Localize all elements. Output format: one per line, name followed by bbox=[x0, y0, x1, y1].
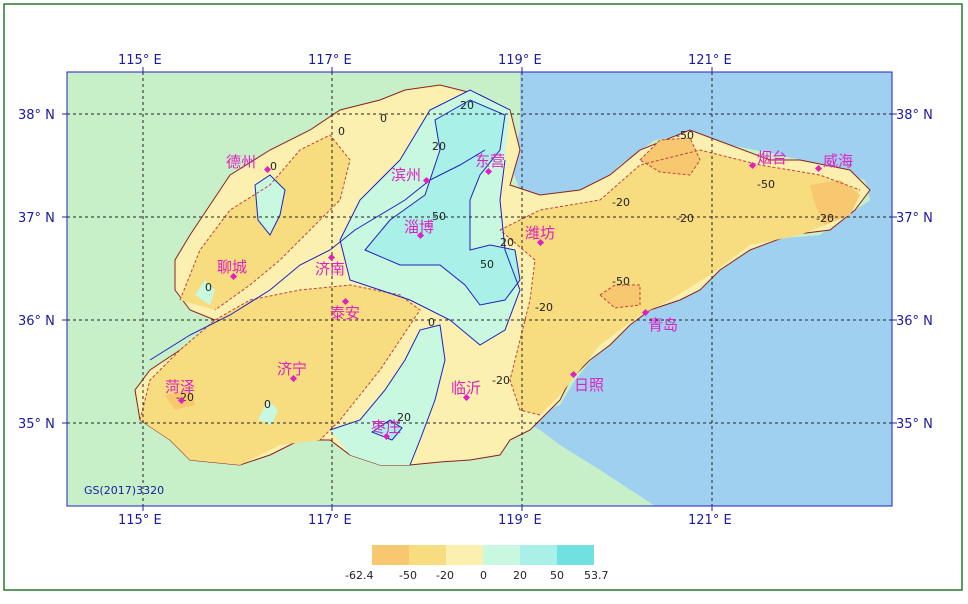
legend-swatch bbox=[557, 545, 594, 565]
legend-label: 53.7 bbox=[584, 569, 609, 582]
city-label: 青岛 bbox=[648, 316, 678, 334]
lat-label: 35° N bbox=[896, 417, 933, 432]
contour-label: -20 bbox=[492, 374, 510, 387]
contour-label: -20 bbox=[612, 196, 630, 209]
contour-label: -50 bbox=[757, 178, 775, 191]
contour-label: -20 bbox=[816, 212, 834, 225]
legend-swatch bbox=[409, 545, 446, 565]
city-label: 东营 bbox=[475, 152, 505, 170]
lat-label: 38° N bbox=[896, 108, 933, 123]
lon-label: 121° E bbox=[688, 513, 732, 528]
legend-swatch bbox=[483, 545, 520, 565]
legend-label: -50 bbox=[399, 569, 417, 582]
city-label: 滨州 bbox=[391, 166, 421, 184]
city-label: 德州 bbox=[226, 153, 256, 171]
lat-label: 36° N bbox=[896, 314, 933, 329]
lon-label: 115° E bbox=[118, 53, 162, 68]
map-credit: GS(2017)3320 bbox=[84, 484, 164, 497]
city-label: 烟台 bbox=[757, 149, 787, 167]
lon-label: 117° E bbox=[308, 53, 352, 68]
legend-swatch bbox=[520, 545, 557, 565]
contour-label: 20 bbox=[500, 236, 514, 249]
lat-label: 38° N bbox=[18, 108, 55, 123]
legend-label: 0 bbox=[480, 569, 487, 582]
contour-label: -20 bbox=[676, 212, 694, 225]
legend-label: 50 bbox=[550, 569, 564, 582]
city-label: 菏泽 bbox=[165, 378, 195, 396]
legend-label: 20 bbox=[513, 569, 527, 582]
contour-label: 0 bbox=[380, 112, 387, 125]
lat-label: 36° N bbox=[18, 314, 55, 329]
map-frame: 115° E 117° E 119° E 121° E 115° E 117° … bbox=[3, 3, 963, 591]
city-label: 聊城 bbox=[217, 258, 247, 276]
contour-label: 20 bbox=[432, 140, 446, 153]
map-area bbox=[66, 71, 893, 507]
lon-label: 119° E bbox=[498, 513, 542, 528]
lon-label: 121° E bbox=[688, 53, 732, 68]
contour-label: 0 bbox=[428, 316, 435, 329]
lon-label: 119° E bbox=[498, 53, 542, 68]
lon-label: 117° E bbox=[308, 513, 352, 528]
legend-swatch bbox=[372, 545, 409, 565]
city-label: 济宁 bbox=[277, 360, 307, 378]
city-label: 淄博 bbox=[404, 218, 434, 236]
lon-label: 115° E bbox=[118, 513, 162, 528]
contour-label: 50 bbox=[432, 210, 446, 223]
legend-swatch bbox=[446, 545, 483, 565]
city-label: 枣庄 bbox=[371, 418, 401, 436]
contour-label: 0 bbox=[205, 281, 212, 294]
contour-label: 50 bbox=[480, 258, 494, 271]
lat-label: 37° N bbox=[896, 211, 933, 226]
lat-label: 37° N bbox=[18, 211, 55, 226]
legend-label: -20 bbox=[436, 569, 454, 582]
city-label: 潍坊 bbox=[525, 224, 555, 242]
contour-label: 0 bbox=[264, 398, 271, 411]
contour-label: -50 bbox=[676, 129, 694, 142]
contour-label: 0 bbox=[338, 125, 345, 138]
contour-label: -50 bbox=[612, 275, 630, 288]
lat-label: 35° N bbox=[18, 417, 55, 432]
contour-label: 0 bbox=[270, 160, 277, 173]
contour-label: -20 bbox=[535, 301, 553, 314]
city-label: 济南 bbox=[315, 260, 345, 278]
city-label: 日照 bbox=[574, 376, 604, 394]
city-label: 临沂 bbox=[451, 379, 481, 397]
legend-label: -62.4 bbox=[345, 569, 373, 582]
city-label: 威海 bbox=[823, 152, 853, 170]
city-label: 泰安 bbox=[330, 304, 360, 322]
contour-label: 20 bbox=[460, 99, 474, 112]
